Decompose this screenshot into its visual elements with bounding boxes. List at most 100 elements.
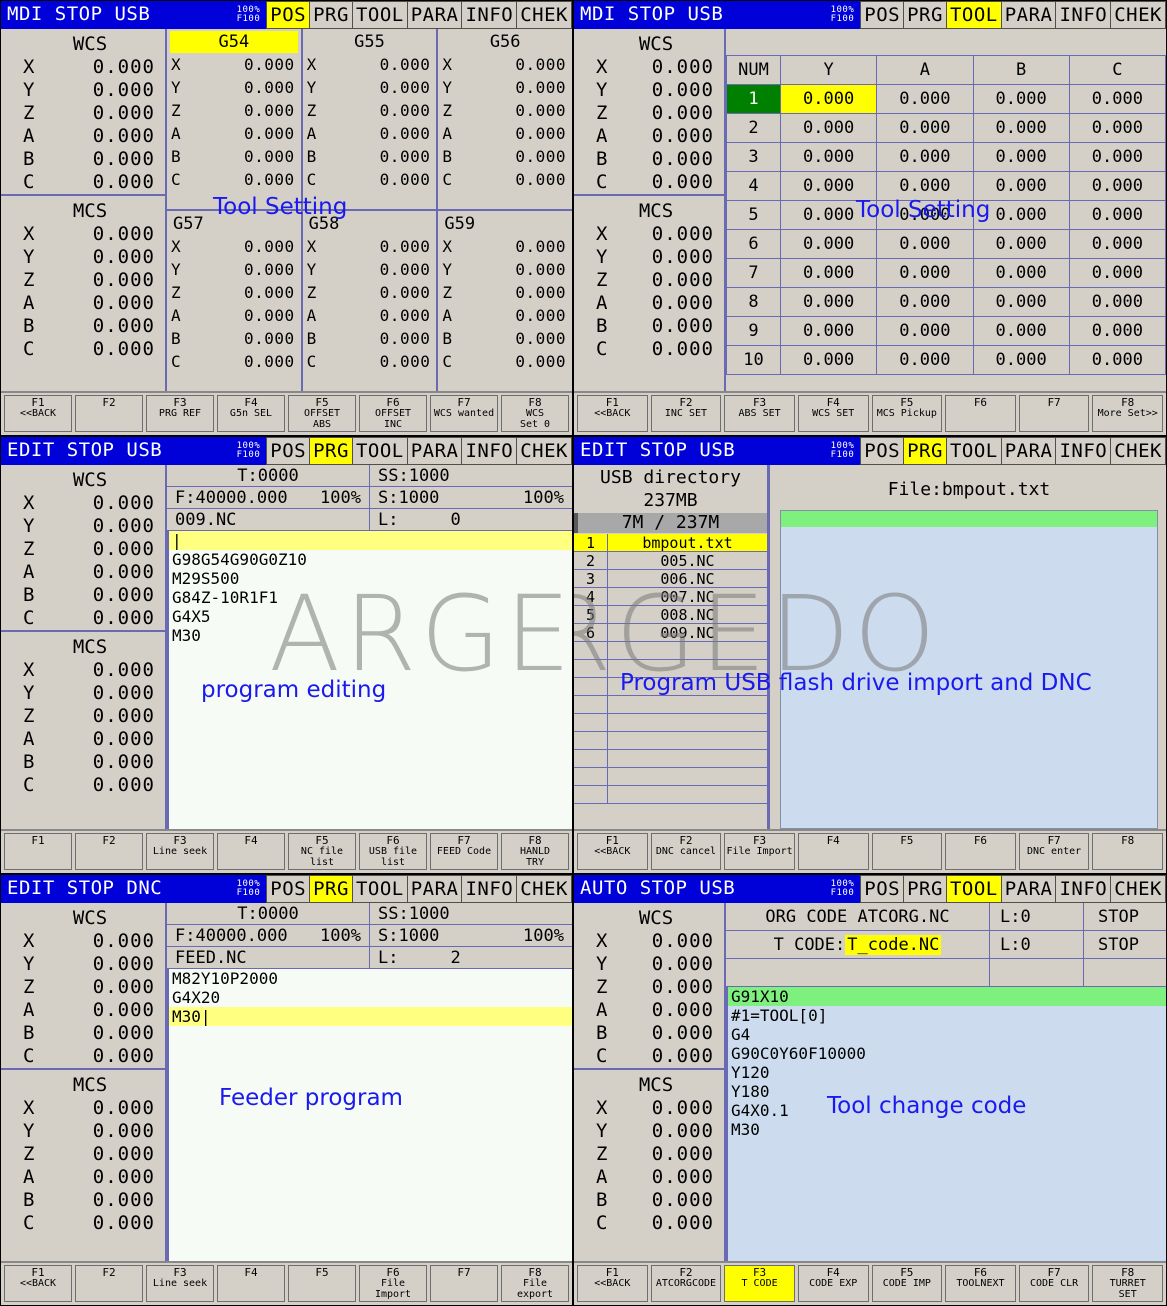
fkey-f2[interactable]: F2 INC SET xyxy=(650,395,722,432)
fkey-f5[interactable]: F5 CODE IMP xyxy=(871,1265,943,1302)
cell-num[interactable]: 2 xyxy=(726,113,781,143)
tab-para[interactable]: PARA xyxy=(406,1,462,29)
tab-tool[interactable]: TOOL xyxy=(351,875,407,903)
tab-prg[interactable]: PRG xyxy=(309,875,352,903)
offset-group-g54[interactable]: G54 X 0.000 Y 0.000 Z 0.000 A 0.000 B 0.000 C… xyxy=(167,29,303,209)
cell-b[interactable]: 0.000 xyxy=(972,345,1070,375)
fkey-f6[interactable]: F6 TOOLNEXT xyxy=(945,1265,1016,1302)
program-line[interactable]: G90C0Y60F10000 xyxy=(728,1044,1166,1063)
program-line[interactable]: M30 xyxy=(169,626,572,645)
tab-pos[interactable]: POS xyxy=(266,437,310,465)
list-item[interactable] xyxy=(574,696,767,714)
tab-prg[interactable]: PRG xyxy=(903,875,946,903)
fkey-f2[interactable]: F2 xyxy=(75,395,143,432)
cell-c[interactable]: 0.000 xyxy=(1068,229,1166,259)
cell-y[interactable]: 0.000 xyxy=(779,258,878,288)
program-line[interactable]: G91X10 xyxy=(728,987,1166,1006)
fkey-f4[interactable]: F4 xyxy=(797,833,869,870)
tab-prg[interactable]: PRG xyxy=(903,437,946,465)
cell-b[interactable]: 0.000 xyxy=(972,113,1070,143)
fkey-f8[interactable]: F8 HANLD TRY xyxy=(501,833,569,870)
program-line[interactable]: M82Y10P2000 xyxy=(169,969,572,988)
program-line[interactable]: M29S500 xyxy=(169,569,572,588)
offset-group-g56[interactable]: G56 X 0.000 Y 0.000 Z 0.000 A 0.000 B 0.000 C… xyxy=(438,29,572,209)
cell-b[interactable]: 0.000 xyxy=(972,229,1070,259)
cell-c[interactable]: 0.000 xyxy=(1068,171,1166,201)
fkey-f7[interactable]: F7 WCS wanted xyxy=(430,395,498,432)
program-line[interactable]: #1=TOOL[0] xyxy=(728,1006,1166,1025)
fkey-f3[interactable]: F3 Line seek xyxy=(146,833,214,870)
cell-num[interactable]: 10 xyxy=(726,345,781,375)
cell-a[interactable]: 0.000 xyxy=(876,229,974,259)
cell-b[interactable]: 0.000 xyxy=(972,287,1070,317)
cell-y[interactable]: 0.000 xyxy=(779,287,878,317)
fkey-f3[interactable]: F3 T CODE xyxy=(724,1265,795,1302)
fkey-f2[interactable]: F2 ATCORGCODE xyxy=(650,1265,722,1302)
tab-info[interactable]: INFO xyxy=(461,875,517,903)
program-line[interactable]: G4 xyxy=(728,1025,1166,1044)
program-line[interactable]: G98G54G90G0Z10 xyxy=(169,550,572,569)
program-editor[interactable]: G98G54G90G0Z10 M29S500 G84Z-10R1F1 G4X5 … xyxy=(167,531,572,829)
program-line[interactable] xyxy=(169,531,572,550)
list-item[interactable]: 4 007.NC xyxy=(574,588,767,606)
cell-c[interactable]: 0.000 xyxy=(1068,84,1166,114)
cell-b[interactable]: 0.000 xyxy=(972,142,1070,172)
fkey-f1[interactable]: F1 xyxy=(4,833,72,870)
org-code-file[interactable]: ORG CODE ATCORG.NC xyxy=(726,903,990,930)
fkey-f7[interactable]: F7 xyxy=(1018,395,1090,432)
fkey-f4[interactable]: F4 WCS SET xyxy=(797,395,869,432)
list-item[interactable] xyxy=(574,660,767,678)
offset-group-g57[interactable]: G57 X 0.000 Y 0.000 Z 0.000 A 0.000 B 0.000 C… xyxy=(167,211,303,391)
fkey-f5[interactable]: F5 xyxy=(871,833,943,870)
fkey-f6[interactable]: F6 xyxy=(945,395,1016,432)
list-item[interactable] xyxy=(574,786,767,804)
tab-para[interactable]: PARA xyxy=(1000,437,1056,465)
cell-y[interactable]: 0.000 xyxy=(779,113,878,143)
list-item[interactable]: 5 008.NC xyxy=(574,606,767,624)
fkey-f7[interactable]: F7 CODE CLR xyxy=(1018,1265,1090,1302)
tab-chek[interactable]: CHEK xyxy=(1110,875,1166,903)
cell-c[interactable]: 0.000 xyxy=(1068,200,1166,230)
list-item[interactable]: 1 bmpout.txt xyxy=(574,534,767,552)
program-editor[interactable]: M82Y10P2000 G4X20 M30 xyxy=(167,969,572,1261)
cell-y[interactable]: 0.000 xyxy=(779,142,878,172)
fkey-f3[interactable]: F3 File Import xyxy=(724,833,795,870)
fkey-f2[interactable]: F2 xyxy=(75,833,143,870)
cell-a[interactable]: 0.000 xyxy=(876,142,974,172)
list-item[interactable]: 6 009.NC xyxy=(574,624,767,642)
tab-chek[interactable]: CHEK xyxy=(516,437,572,465)
cell-a[interactable]: 0.000 xyxy=(876,84,974,114)
list-item[interactable] xyxy=(574,732,767,750)
fkey-f4[interactable]: F4 xyxy=(217,1265,285,1302)
fkey-f8[interactable]: F8 File export xyxy=(501,1265,569,1302)
offset-group-g55[interactable]: G55 X 0.000 Y 0.000 Z 0.000 A 0.000 B 0.000 C… xyxy=(303,29,439,209)
fkey-f8[interactable]: F8 WCS Set 0 xyxy=(501,395,569,432)
cell-c[interactable]: 0.000 xyxy=(1068,142,1166,172)
t-code-value[interactable]: T_code.NC xyxy=(845,934,942,955)
cell-num[interactable]: 7 xyxy=(726,258,781,288)
cell-y[interactable]: 0.000 xyxy=(779,171,878,201)
fkey-f8[interactable]: F8 TURRET SET xyxy=(1092,1265,1163,1302)
tab-info[interactable]: INFO xyxy=(461,437,517,465)
cell-num[interactable]: 9 xyxy=(726,316,781,346)
list-item[interactable] xyxy=(574,678,767,696)
offset-group-g59[interactable]: G59 X 0.000 Y 0.000 Z 0.000 A 0.000 B 0.000 C… xyxy=(438,211,572,391)
cell-a[interactable]: 0.000 xyxy=(876,171,974,201)
cell-num[interactable]: 8 xyxy=(726,287,781,317)
list-item[interactable] xyxy=(574,642,767,660)
tab-chek[interactable]: CHEK xyxy=(516,1,572,29)
cell-a[interactable]: 0.000 xyxy=(876,345,974,375)
fkey-f3[interactable]: F3 Line seek xyxy=(146,1265,214,1302)
cell-y[interactable]: 0.000 xyxy=(779,316,878,346)
fkey-f4[interactable]: F4 G5n SEL xyxy=(217,395,285,432)
list-item[interactable] xyxy=(574,768,767,786)
fkey-f2[interactable]: F2 xyxy=(75,1265,143,1302)
cell-a[interactable]: 0.000 xyxy=(876,113,974,143)
fkey-f1[interactable]: F1 <<BACK xyxy=(4,395,72,432)
tab-prg[interactable]: PRG xyxy=(309,437,352,465)
fkey-f1[interactable]: F1 <<BACK xyxy=(4,1265,72,1302)
tab-chek[interactable]: CHEK xyxy=(516,875,572,903)
cell-c[interactable]: 0.000 xyxy=(1068,316,1166,346)
fkey-f5[interactable]: F5 OFFSET ABS xyxy=(288,395,356,432)
tab-prg[interactable]: PRG xyxy=(903,1,946,29)
